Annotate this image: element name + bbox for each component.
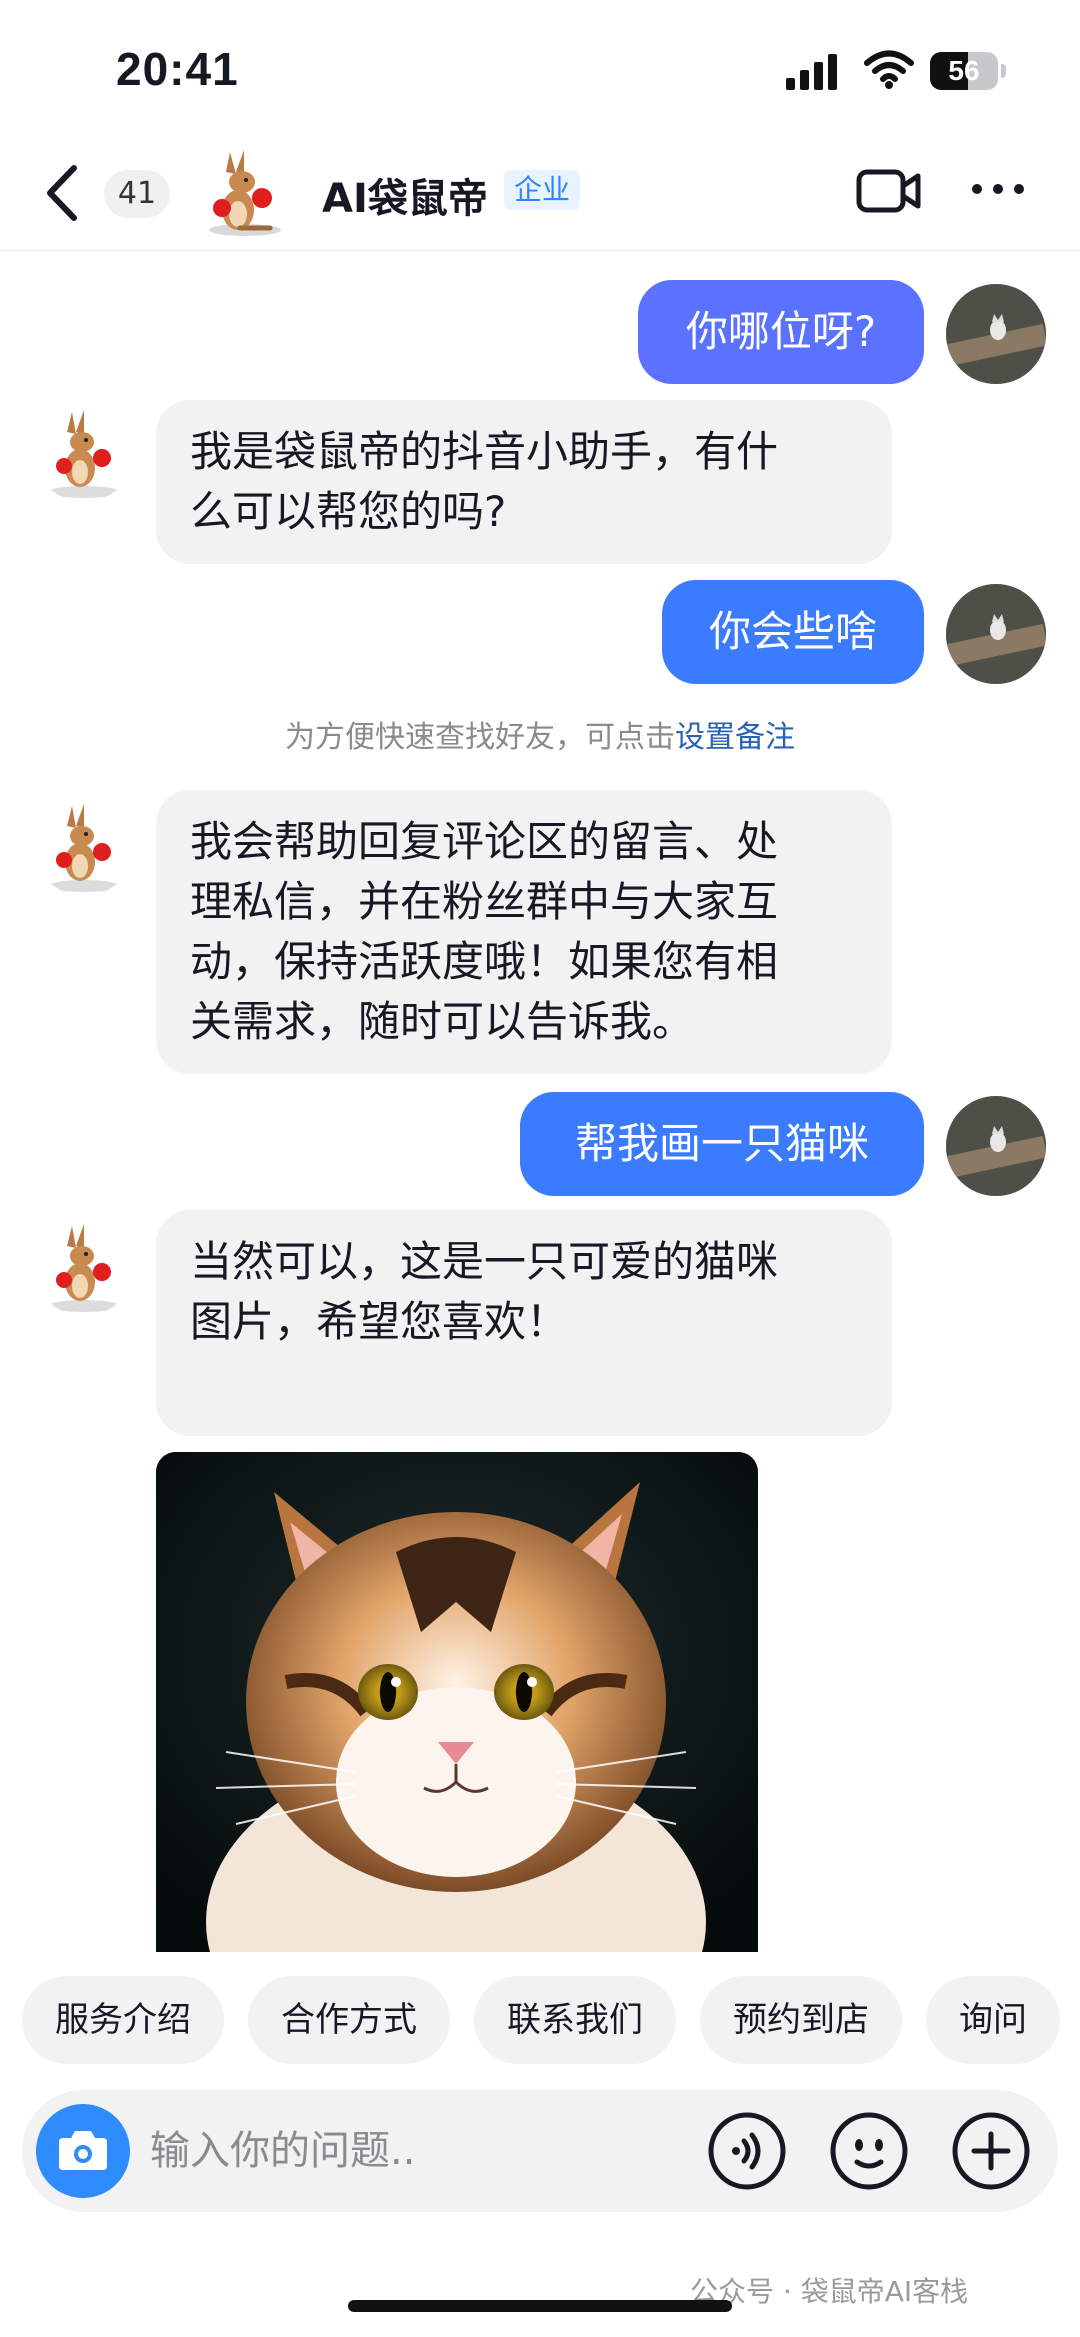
message-line: 理私信，并在粉丝群中与大家互 bbox=[190, 877, 779, 926]
set-remark-link[interactable]: 设置备注 bbox=[675, 720, 795, 755]
message-line: 我会帮助回复评论区的留言、处 bbox=[190, 817, 779, 866]
remark-hint: 为方便快速查找好友，可点击设置备注 bbox=[0, 712, 1080, 756]
bot-avatar[interactable] bbox=[34, 402, 134, 502]
status-time: 20:41 bbox=[116, 43, 239, 95]
quick-reply-bar: 服务介绍 合作方式 联系我们 预约到店 询问 bbox=[22, 1976, 1080, 2064]
incoming-message-bubble[interactable]: 当然可以，这是一只可爱的猫咪 图片，希望您喜欢！ bbox=[156, 1210, 892, 1436]
battery-cap bbox=[1001, 64, 1006, 78]
enterprise-badge: 企业 bbox=[504, 170, 581, 210]
battery-level: 56 bbox=[948, 55, 980, 86]
cat-photo-avatar-icon bbox=[946, 584, 1046, 684]
camera-button[interactable] bbox=[36, 2104, 130, 2198]
kangaroo-avatar-icon bbox=[209, 150, 281, 236]
message-line: 我是袋鼠帝的抖音小助手，有什 bbox=[190, 427, 779, 476]
status-bar: 20:41 56 bbox=[0, 0, 1080, 130]
plus-icon[interactable] bbox=[950, 2110, 1032, 2192]
message-input-bar: 输入你的问题.. bbox=[22, 2090, 1058, 2212]
user-avatar[interactable] bbox=[946, 1096, 1046, 1196]
battery-icon: 56 bbox=[930, 52, 998, 90]
quick-reply-chip[interactable]: 询问 bbox=[926, 1976, 1060, 2064]
incoming-message-bubble[interactable]: 我会帮助回复评论区的留言、处 理私信，并在粉丝群中与大家互 动，保持活跃度哦！如… bbox=[156, 790, 892, 1074]
incoming-message-bubble[interactable]: 我是袋鼠帝的抖音小助手，有什 么可以帮您的吗? bbox=[156, 400, 892, 564]
kangaroo-avatar-icon bbox=[48, 410, 120, 498]
quick-reply-chip[interactable]: 合作方式 bbox=[248, 1976, 450, 2064]
camera-icon bbox=[59, 2131, 107, 2170]
message-input[interactable]: 输入你的问题.. bbox=[150, 2090, 415, 2212]
video-call-icon[interactable] bbox=[856, 166, 922, 216]
cat-photo-avatar-icon bbox=[946, 1096, 1046, 1196]
cat-photo-avatar-icon bbox=[946, 284, 1046, 384]
contact-avatar[interactable] bbox=[200, 142, 290, 242]
back-icon[interactable] bbox=[44, 164, 84, 222]
user-avatar[interactable] bbox=[946, 284, 1046, 384]
message-line: 当然可以，这是一只可爱的猫咪 bbox=[190, 1237, 779, 1286]
outgoing-message-bubble[interactable]: 你会些啥 bbox=[662, 580, 924, 684]
voice-input-icon[interactable] bbox=[706, 2110, 788, 2192]
quick-reply-chip[interactable]: 联系我们 bbox=[474, 1976, 676, 2064]
contact-name: AI袋鼠帝 bbox=[322, 176, 488, 222]
quick-reply-chip[interactable]: 预约到店 bbox=[700, 1976, 902, 2064]
kangaroo-avatar-icon bbox=[48, 804, 120, 892]
unread-count-badge[interactable]: 41 bbox=[104, 170, 170, 218]
kangaroo-avatar-icon bbox=[48, 1224, 120, 1312]
message-line: 动，保持活跃度哦！如果您有相 bbox=[190, 937, 779, 986]
home-indicator bbox=[348, 2300, 732, 2312]
wifi-icon bbox=[864, 50, 914, 89]
outgoing-message-bubble[interactable]: 你哪位呀? bbox=[638, 280, 924, 384]
more-icon[interactable] bbox=[970, 182, 1026, 196]
hint-text: 为方便快速查找好友，可点击 bbox=[285, 720, 675, 755]
user-avatar[interactable] bbox=[946, 584, 1046, 684]
generated-cat-image[interactable] bbox=[156, 1452, 758, 1952]
bot-avatar[interactable] bbox=[34, 796, 134, 896]
message-line: 图片，希望您喜欢！ bbox=[190, 1297, 569, 1346]
bot-avatar[interactable] bbox=[34, 1216, 134, 1316]
emoji-icon[interactable] bbox=[828, 2110, 910, 2192]
message-line: 关需求，随时可以告诉我。 bbox=[190, 997, 695, 1046]
message-line: 么可以帮您的吗? bbox=[190, 487, 507, 536]
quick-reply-chip[interactable]: 服务介绍 bbox=[22, 1976, 224, 2064]
outgoing-message-bubble[interactable]: 帮我画一只猫咪 bbox=[520, 1092, 924, 1196]
chat-header: 41 AI袋鼠帝 企业 bbox=[0, 130, 1080, 251]
cat-illustration-icon bbox=[156, 1452, 758, 1952]
cellular-signal-icon bbox=[786, 54, 837, 90]
